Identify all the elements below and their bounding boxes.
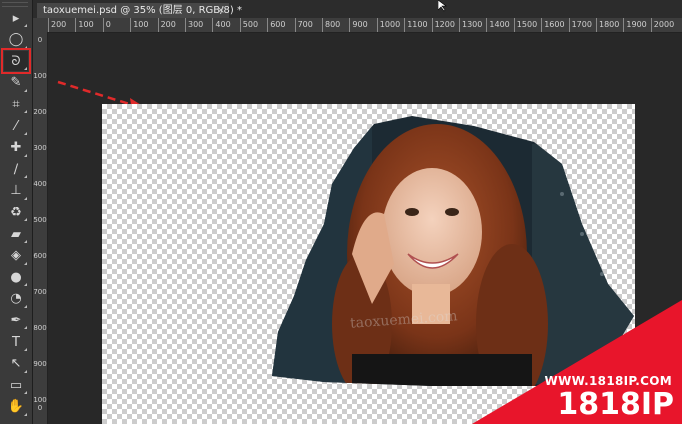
badge-url: WWW.1818IP.COM	[544, 374, 672, 388]
badge-brand: 1818IP	[557, 387, 674, 422]
mouse-cursor-icon	[438, 0, 447, 12]
brand-badge: WWW.1818IP.COM 1818IP	[472, 300, 682, 424]
